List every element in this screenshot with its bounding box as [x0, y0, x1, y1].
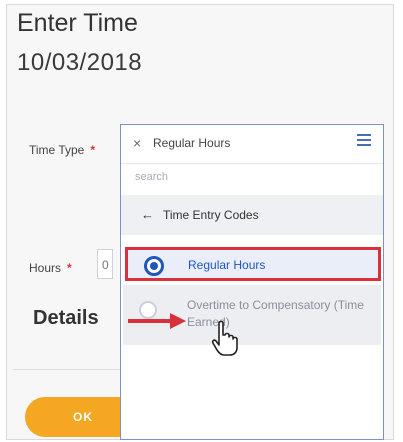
time-type-label-text: Time Type [29, 143, 85, 157]
dropdown-empty-area [121, 349, 383, 439]
option-regular-hours[interactable]: Regular Hours [125, 247, 381, 281]
radio-selected-icon [144, 256, 164, 276]
date-label: 10/03/2018 [17, 49, 143, 76]
time-type-dropdown[interactable]: × Regular Hours search ← Time Entry Code… [120, 124, 384, 440]
option-label: Regular Hours [188, 258, 266, 272]
time-type-label: Time Type * [29, 143, 95, 157]
divider [13, 369, 133, 370]
category-label: Time Entry Codes [163, 208, 259, 222]
details-heading: Details [33, 307, 99, 329]
red-arrow-icon [128, 313, 186, 329]
selected-value-bar: × Regular Hours [121, 125, 383, 164]
clear-selection-icon[interactable]: × [133, 135, 141, 151]
selected-chip: Regular Hours [153, 136, 231, 150]
hours-input[interactable]: 0 [97, 249, 113, 279]
hours-label: Hours * [29, 261, 72, 275]
search-input[interactable]: search [121, 163, 383, 191]
screen: Enter Time 10/03/2018 Time Type * Hours * … [0, 0, 403, 442]
search-placeholder: search [135, 171, 169, 183]
required-mark: * [90, 143, 96, 157]
list-menu-icon[interactable] [357, 134, 371, 148]
hours-label-text: Hours [29, 261, 62, 275]
category-header[interactable]: ← Time Entry Codes [121, 195, 383, 235]
required-mark: * [67, 261, 72, 275]
hand-pointer-icon [211, 320, 238, 356]
page-title: Enter Time [17, 9, 138, 37]
back-arrow-icon[interactable]: ← [141, 207, 154, 222]
